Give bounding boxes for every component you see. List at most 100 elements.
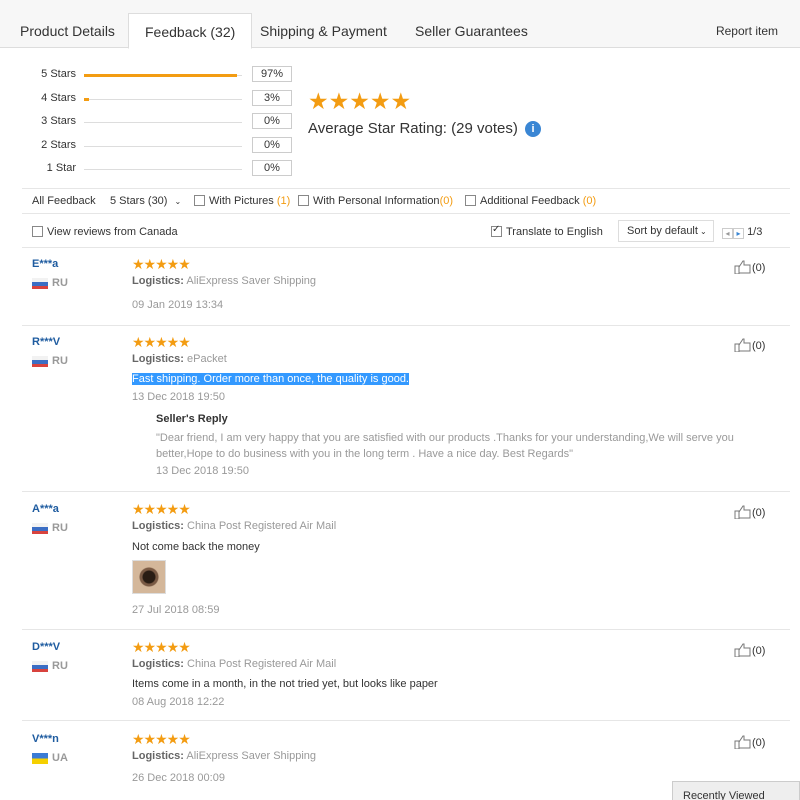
review-stars: ★★★★★ (132, 639, 191, 655)
personal-info-filter[interactable]: With Personal Information(0) (298, 195, 453, 207)
review-date: 26 Dec 2018 00:09 (132, 772, 225, 784)
review-logistics: Logistics: China Post Registered Air Mai… (132, 658, 336, 670)
average-stars: ★★★★★ (308, 88, 412, 114)
sort-select-value: Sort by default (627, 225, 698, 237)
review-date: 27 Jul 2018 08:59 (132, 604, 220, 616)
rating-percent: 0% (252, 137, 292, 153)
helpful-button[interactable]: (0) (734, 735, 765, 749)
reviewer-country: RU (52, 355, 68, 367)
rating-bar (84, 146, 242, 147)
additional-feedback-count: (0) (582, 195, 597, 207)
sort-select[interactable]: Sort by default ⌄ (618, 220, 714, 242)
personal-info-count: (0) (439, 195, 454, 207)
rating-bar (84, 98, 242, 101)
reviewer-name[interactable]: D***V (32, 641, 60, 653)
rating-percent: 0% (252, 160, 292, 176)
thumbs-up-icon (734, 643, 751, 657)
chevron-down-icon: ⌄ (174, 197, 182, 206)
rating-percent: 97% (252, 66, 292, 82)
reviewer-name[interactable]: A***a (32, 503, 59, 515)
all-feedback-filter[interactable]: All Feedback (32, 195, 96, 207)
reviewer-country: UA (52, 752, 68, 764)
rating-row-2: 2 Stars 0% (0, 137, 300, 155)
additional-feedback-checkbox[interactable] (465, 195, 476, 206)
helpful-button[interactable]: (0) (734, 338, 765, 352)
logistics-label: Logistics: (132, 750, 184, 762)
helpful-button[interactable]: (0) (734, 643, 765, 657)
thumbs-up-icon (734, 505, 751, 519)
tab-bar: Product Details Feedback (32) Shipping &… (0, 0, 800, 49)
with-pictures-label: With Pictures (209, 195, 274, 207)
reviewer-name[interactable]: R***V (32, 336, 60, 348)
review-logistics: Logistics: AliExpress Saver Shipping (132, 275, 316, 287)
review-stars: ★★★★★ (132, 256, 191, 272)
personal-info-label: With Personal Information (313, 195, 440, 207)
additional-feedback-label: Additional Feedback (480, 195, 580, 207)
logistics-label: Logistics: (132, 275, 184, 287)
logistics-value: ePacket (187, 353, 227, 365)
chevron-down-icon: ⌄ (699, 227, 707, 236)
canada-checkbox[interactable] (32, 226, 43, 237)
average-rating: Average Star Rating: (29 votes) i (308, 120, 542, 137)
tab-seller-guarantees[interactable]: Seller Guarantees (415, 13, 528, 48)
divider (22, 629, 790, 630)
flag-ru-icon (32, 356, 48, 367)
rating-row-3: 3 Stars 0% (0, 113, 300, 131)
reviewer-name[interactable]: V***n (32, 733, 59, 745)
review-logistics: Logistics: ePacket (132, 353, 227, 365)
rating-label: 1 Star (46, 162, 76, 174)
with-pictures-checkbox[interactable] (194, 195, 205, 206)
review-date: 09 Jan 2019 13:34 (132, 299, 224, 311)
thumbs-up-icon (734, 260, 751, 274)
rating-row-4: 4 Stars 3% (0, 90, 300, 108)
translate-toggle[interactable]: Translate to English (491, 224, 603, 238)
review-stars: ★★★★★ (132, 731, 191, 747)
logistics-label: Logistics: (132, 520, 184, 532)
tab-feedback[interactable]: Feedback (32) (128, 13, 253, 49)
next-page-icon[interactable]: ▸ (733, 228, 744, 239)
rating-bar-fill (84, 98, 89, 101)
reviewer-name[interactable]: E***a (32, 258, 58, 270)
canada-filter[interactable]: View reviews from Canada (32, 226, 178, 238)
helpful-button[interactable]: (0) (734, 260, 765, 274)
helpful-count: (0) (752, 645, 766, 657)
helpful-button[interactable]: (0) (734, 505, 765, 519)
recently-viewed-tab[interactable]: Recently Viewed (672, 781, 800, 800)
divider (22, 720, 790, 721)
reviewer-country: RU (52, 660, 68, 672)
thumbs-up-icon (734, 338, 751, 352)
stars-select-value: 5 Stars (30) (110, 195, 168, 207)
logistics-value: China Post Registered Air Mail (187, 520, 337, 532)
personal-info-checkbox[interactable] (298, 195, 309, 206)
canada-label: View reviews from Canada (47, 226, 178, 238)
logistics-value: China Post Registered Air Mail (187, 658, 337, 670)
info-icon[interactable]: i (525, 121, 542, 137)
rating-label: 3 Stars (41, 115, 76, 127)
pagination: ◂ ▸ 1/3 (722, 226, 762, 239)
tab-shipping-payment[interactable]: Shipping & Payment (260, 13, 387, 48)
report-item-link[interactable]: Report item (716, 24, 778, 38)
reviewer-country: RU (52, 277, 68, 289)
rating-percent: 3% (252, 90, 292, 106)
prev-page-icon[interactable]: ◂ (722, 228, 733, 239)
rating-label: 4 Stars (41, 92, 76, 104)
review-stars: ★★★★★ (132, 501, 191, 517)
logistics-value: AliExpress Saver Shipping (186, 275, 317, 287)
helpful-count: (0) (752, 507, 766, 519)
rating-bar-fill (84, 74, 238, 77)
average-label: Average Star Rating: (308, 120, 447, 137)
tab-product-details[interactable]: Product Details (20, 13, 115, 48)
page-indicator: 1/3 (747, 226, 763, 238)
rating-label: 2 Stars (41, 139, 76, 151)
flag-ua-icon (32, 753, 48, 764)
additional-feedback-filter[interactable]: Additional Feedback (0) (465, 195, 596, 207)
logistics-value: AliExpress Saver Shipping (186, 750, 317, 762)
translate-checkbox[interactable] (491, 224, 502, 237)
stars-select[interactable]: 5 Stars (30) ⌄ (110, 195, 181, 207)
rating-label: 5 Stars (41, 68, 76, 80)
flag-ru-icon (32, 661, 48, 672)
with-pictures-filter[interactable]: With Pictures (1) (194, 195, 290, 207)
review-photo[interactable] (132, 560, 166, 594)
review-text: Fast shipping. Order more than once, the… (132, 373, 409, 385)
divider (22, 325, 790, 326)
